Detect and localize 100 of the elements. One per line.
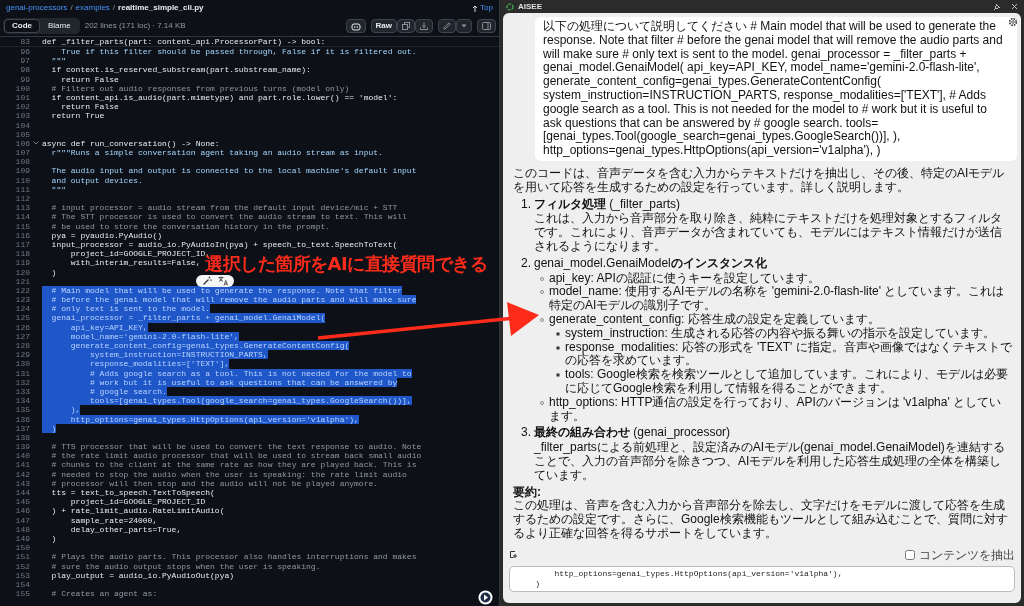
bullet-text: http_options: HTTP通信の設定を行っており、APIのバージョンは 'v1alpha' としています。 [549,395,1003,424]
code-line: ) [50,267,57,277]
extract-checkbox[interactable] [905,550,915,560]
code-line: return False [60,74,119,84]
breadcrumb-link[interactable]: examples [75,2,110,14]
line-number: 120 [14,267,30,277]
line-number: 101 [14,92,30,103]
raw-button[interactable]: Raw [370,19,397,33]
copy-button[interactable] [397,19,415,33]
pencil-icon [443,22,451,30]
code-line: play_output = audio_io.PyAudioOut(pya) [50,570,235,580]
view-tab[interactable]: Code [4,19,40,33]
copilot-button[interactable] [345,19,366,33]
line-number: 128 [14,341,30,351]
line-number: 115 [14,221,30,231]
symbols-button[interactable] [477,19,496,33]
bullet-text: response_modalities: 応答の形式を 'TEXT' に指定。音声や画像ではなくテキストでの応答を求めています。 [565,340,1013,368]
bullet-text: model_name: 使用するAIモデルの名称を 'gemini-2.0-flash-lite' としています。これは特定のAIモデルの識別子です。 [549,285,1006,313]
bullet-text: api_key: APIの認証に使うキーを設定しています。 [549,271,820,285]
download-button[interactable] [415,19,433,33]
code-line: # TTS processor that will be used to convert the text response to audio. Note [50,442,422,452]
bullet-icon [540,317,544,322]
line-number: 122 [14,285,30,296]
code-line: delay_other_parts=True, [69,524,182,534]
settings-icon[interactable] [1008,17,1018,27]
line-number: 139 [14,442,30,452]
up-arrow-icon [472,4,479,12]
code-line: pya = pyaudio.PyAudio() [50,230,163,240]
code-line: # Plays the audio parts. This processor also handles interruptions and makes [50,552,417,562]
more-edit-button[interactable] [456,19,472,33]
line-number: 104 [14,120,30,130]
line-number: 154 [14,579,30,590]
line-number: 125 [14,313,30,323]
line-number: 118 [14,249,30,259]
line-number: 113 [14,203,30,213]
line-number: 148 [14,524,30,534]
line-number: 147 [14,515,30,525]
code-line: return True [50,111,105,121]
line-number: 99 [19,74,30,84]
line-number: 155 [14,589,30,599]
code-line: r"""Runs a simple conversation agent taking an audio stream as input. [50,148,383,158]
line-number: 127 [14,331,30,341]
line-number: 138 [14,432,30,443]
line-number: 110 [14,175,30,185]
line-number: 105 [14,129,30,139]
line-number: 145 [14,497,30,507]
line-number: 112 [14,194,30,204]
pin-icon[interactable] [993,2,1001,11]
file-info: 202 lines (171 loc) · 7.14 KB [84,20,186,32]
caret-icon [461,24,467,28]
line-number: 83 [19,37,30,46]
code-line: if context.is_reserved_substream(part.substream_name): [50,65,311,75]
ring-logo-icon [506,2,514,11]
close-icon[interactable] [1011,3,1018,10]
list-number: 3. [521,426,531,442]
list-number: 2. [521,256,531,272]
code-line: """ [50,184,66,194]
round-badge-icon[interactable] [478,590,493,605]
code-line: # Creates an agent as: [50,589,158,599]
top-link[interactable]: Top [472,2,493,14]
code-line: and output devices. [50,175,143,185]
line-number: 119 [14,258,30,268]
line-number: 116 [14,230,30,240]
code-line: # input processor = audio stream from the default input device/mic + STT [50,203,398,213]
bullet-icon [540,290,544,295]
view-tab[interactable]: Blame [40,19,79,33]
bullet-icon [540,400,544,405]
list-heading: フィルタ処理 (_filter_parts) [534,197,682,212]
line-number: 137 [14,423,30,433]
translate-icon[interactable] [218,276,228,286]
code-line: # processor will then stop and the audio will not be played anymore. [50,478,379,488]
line-number: 121 [14,276,30,286]
code-line: """ [50,56,66,66]
code-line: # needed to stop the audio when the user is speaking: the rate limit audio [50,469,407,479]
code-line: def _filter_parts(part: content_api.ProcessorPart) -> bool: [42,37,326,46]
new-chat-icon[interactable] [509,550,519,560]
code-line: # the rate limit audio processor that will be used to stream back small audio [50,451,422,461]
code-line: if content_api.is_audio(part.mimetype) and part.role.lower() == 'model': [50,92,398,103]
code-line: ) [50,533,57,544]
code-line: project_id=GOOGLE_PROJECT_ID [69,497,206,507]
code-line: return False [60,102,119,112]
line-number: 111 [14,184,30,194]
code-line: sample_rate=24000, [69,515,158,525]
user-message: 以下の処理について説明してください # Main model that will be used to generate the response. Note that filter # before the genai model that will remove the audio parts and will make sure # only text is sent to the model. genai_processor = _filter_parts + genai_model.GenaiModel( api_key=API_KEY, model_name='gemini-2.0-flash-lite', generate_content_config=genai_types.GenerateContentConfig( system_instruction=INSTRUCTION_PARTS, response_modalities=['TEXT'], # Adds google search as a tool. This is not needed for the model to # work but it is useful to ask questions that can be answered by # google search. tools=[genai_types.Tool(google_search=genai_types.GoogleSearch())], ), http_options=genai_types.HttpOptions(api_version='v1alpha'), ) [535,17,1017,161]
copy-icon [402,22,410,30]
breadcrumb-link[interactable]: genai-processors [6,2,68,14]
code-line: async def run_conversation() -> None: [42,138,220,149]
magic-wand-icon[interactable] [202,276,212,286]
edit-button[interactable] [438,19,456,33]
line-number: 107 [14,148,30,158]
chevron-down-icon[interactable] [33,141,39,146]
line-number: 109 [14,166,30,176]
breadcrumb-separator: / [112,2,116,14]
code-line: ) + rate_limit_audio.RateLimitAudio( [50,506,225,516]
line-number: 114 [14,212,30,222]
response-paragraph: このコードは、音声データを含む入力からテキストだけを抽出し、その後、特定のAIモデルを用いて応答を生成するための設定を行っています。詳しく説明します。 [513,166,1006,195]
line-number: 131 [14,368,30,378]
line-number: 97 [19,56,30,66]
file-name: realtime_simple_cli.py [118,2,204,14]
message-input[interactable]: http_options=genai_types.HttpOptions(api_version='v1alpha'), ) [509,566,1015,592]
